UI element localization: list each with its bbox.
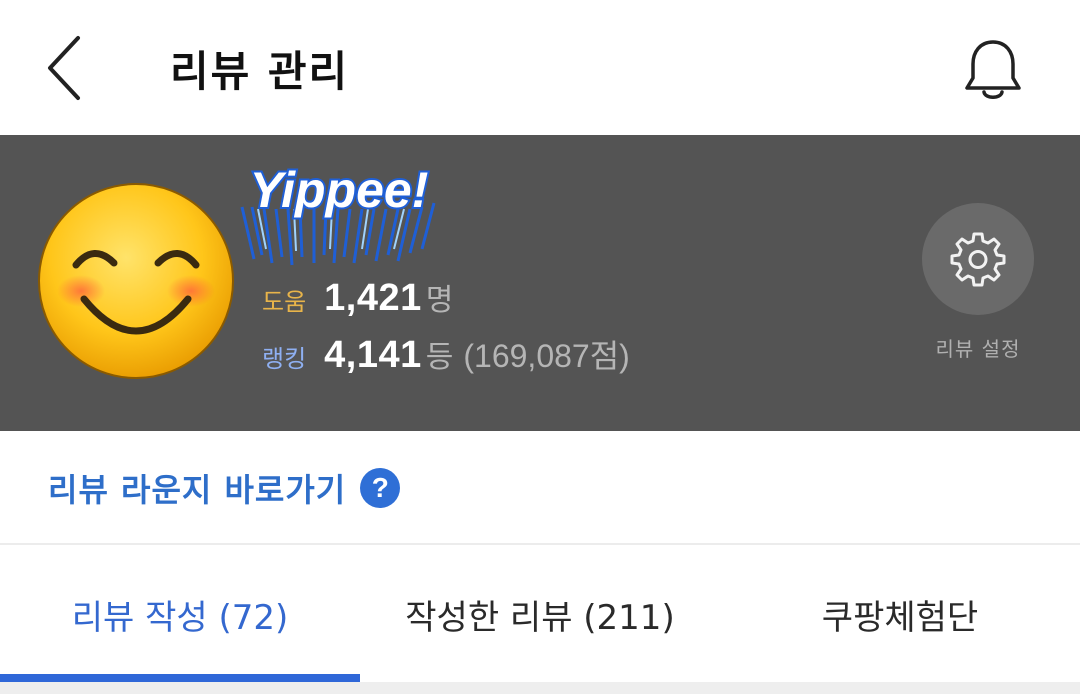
tab-divider — [0, 682, 1080, 694]
question-icon[interactable]: ? — [360, 468, 401, 508]
help-unit: 명 — [425, 283, 454, 318]
review-tabs: 리뷰 작성 (72) 작성한 리뷰 (211) 쿠팡체험단 — [0, 547, 1080, 694]
ranking-row: 랭킹 4,141 등 (169,087점) — [262, 331, 630, 377]
sticker-text: Yippee! — [250, 162, 429, 218]
tab-coupang-tester[interactable]: 쿠팡체험단 — [720, 547, 1080, 682]
review-settings-label: 리뷰 설정 — [935, 337, 1021, 361]
tab-write-review[interactable]: 리뷰 작성 (72) — [0, 547, 360, 682]
rank-value: 4,141 — [324, 334, 422, 376]
back-button[interactable] — [38, 32, 94, 104]
review-settings-button[interactable] — [922, 203, 1034, 315]
top-bar: 리뷰 관리 — [0, 0, 1080, 135]
tab-written-reviews[interactable]: 작성한 리뷰 (211) — [360, 547, 720, 682]
review-lounge-link[interactable]: 리뷰 라운지 바로가기 ? — [48, 465, 401, 511]
chevron-left-icon — [48, 36, 80, 100]
rank-unit: 등 — [425, 340, 454, 375]
smiling-face-icon — [38, 183, 234, 379]
help-count-row: 도움 1,421 명 — [262, 275, 453, 320]
page-title: 리뷰 관리 — [170, 47, 350, 96]
notification-button[interactable] — [956, 34, 1030, 106]
profile-summary: Yippee! 도움 1,421 명 랭킹 4,141 등 (169,087점)… — [0, 135, 1080, 431]
yippee-sticker: Yippee! — [228, 159, 450, 269]
rank-points: (169,087점) — [463, 338, 630, 374]
review-lounge-section: 리뷰 라운지 바로가기 ? — [0, 431, 1080, 545]
active-tab-indicator — [0, 674, 360, 682]
rank-label: 랭킹 — [262, 345, 307, 373]
help-count: 1,421 — [324, 277, 422, 319]
gear-icon — [950, 232, 1006, 287]
help-label: 도움 — [262, 288, 307, 316]
avatar — [36, 181, 236, 381]
review-lounge-label: 리뷰 라운지 바로가기 — [48, 471, 347, 509]
bell-icon — [965, 38, 1021, 99]
